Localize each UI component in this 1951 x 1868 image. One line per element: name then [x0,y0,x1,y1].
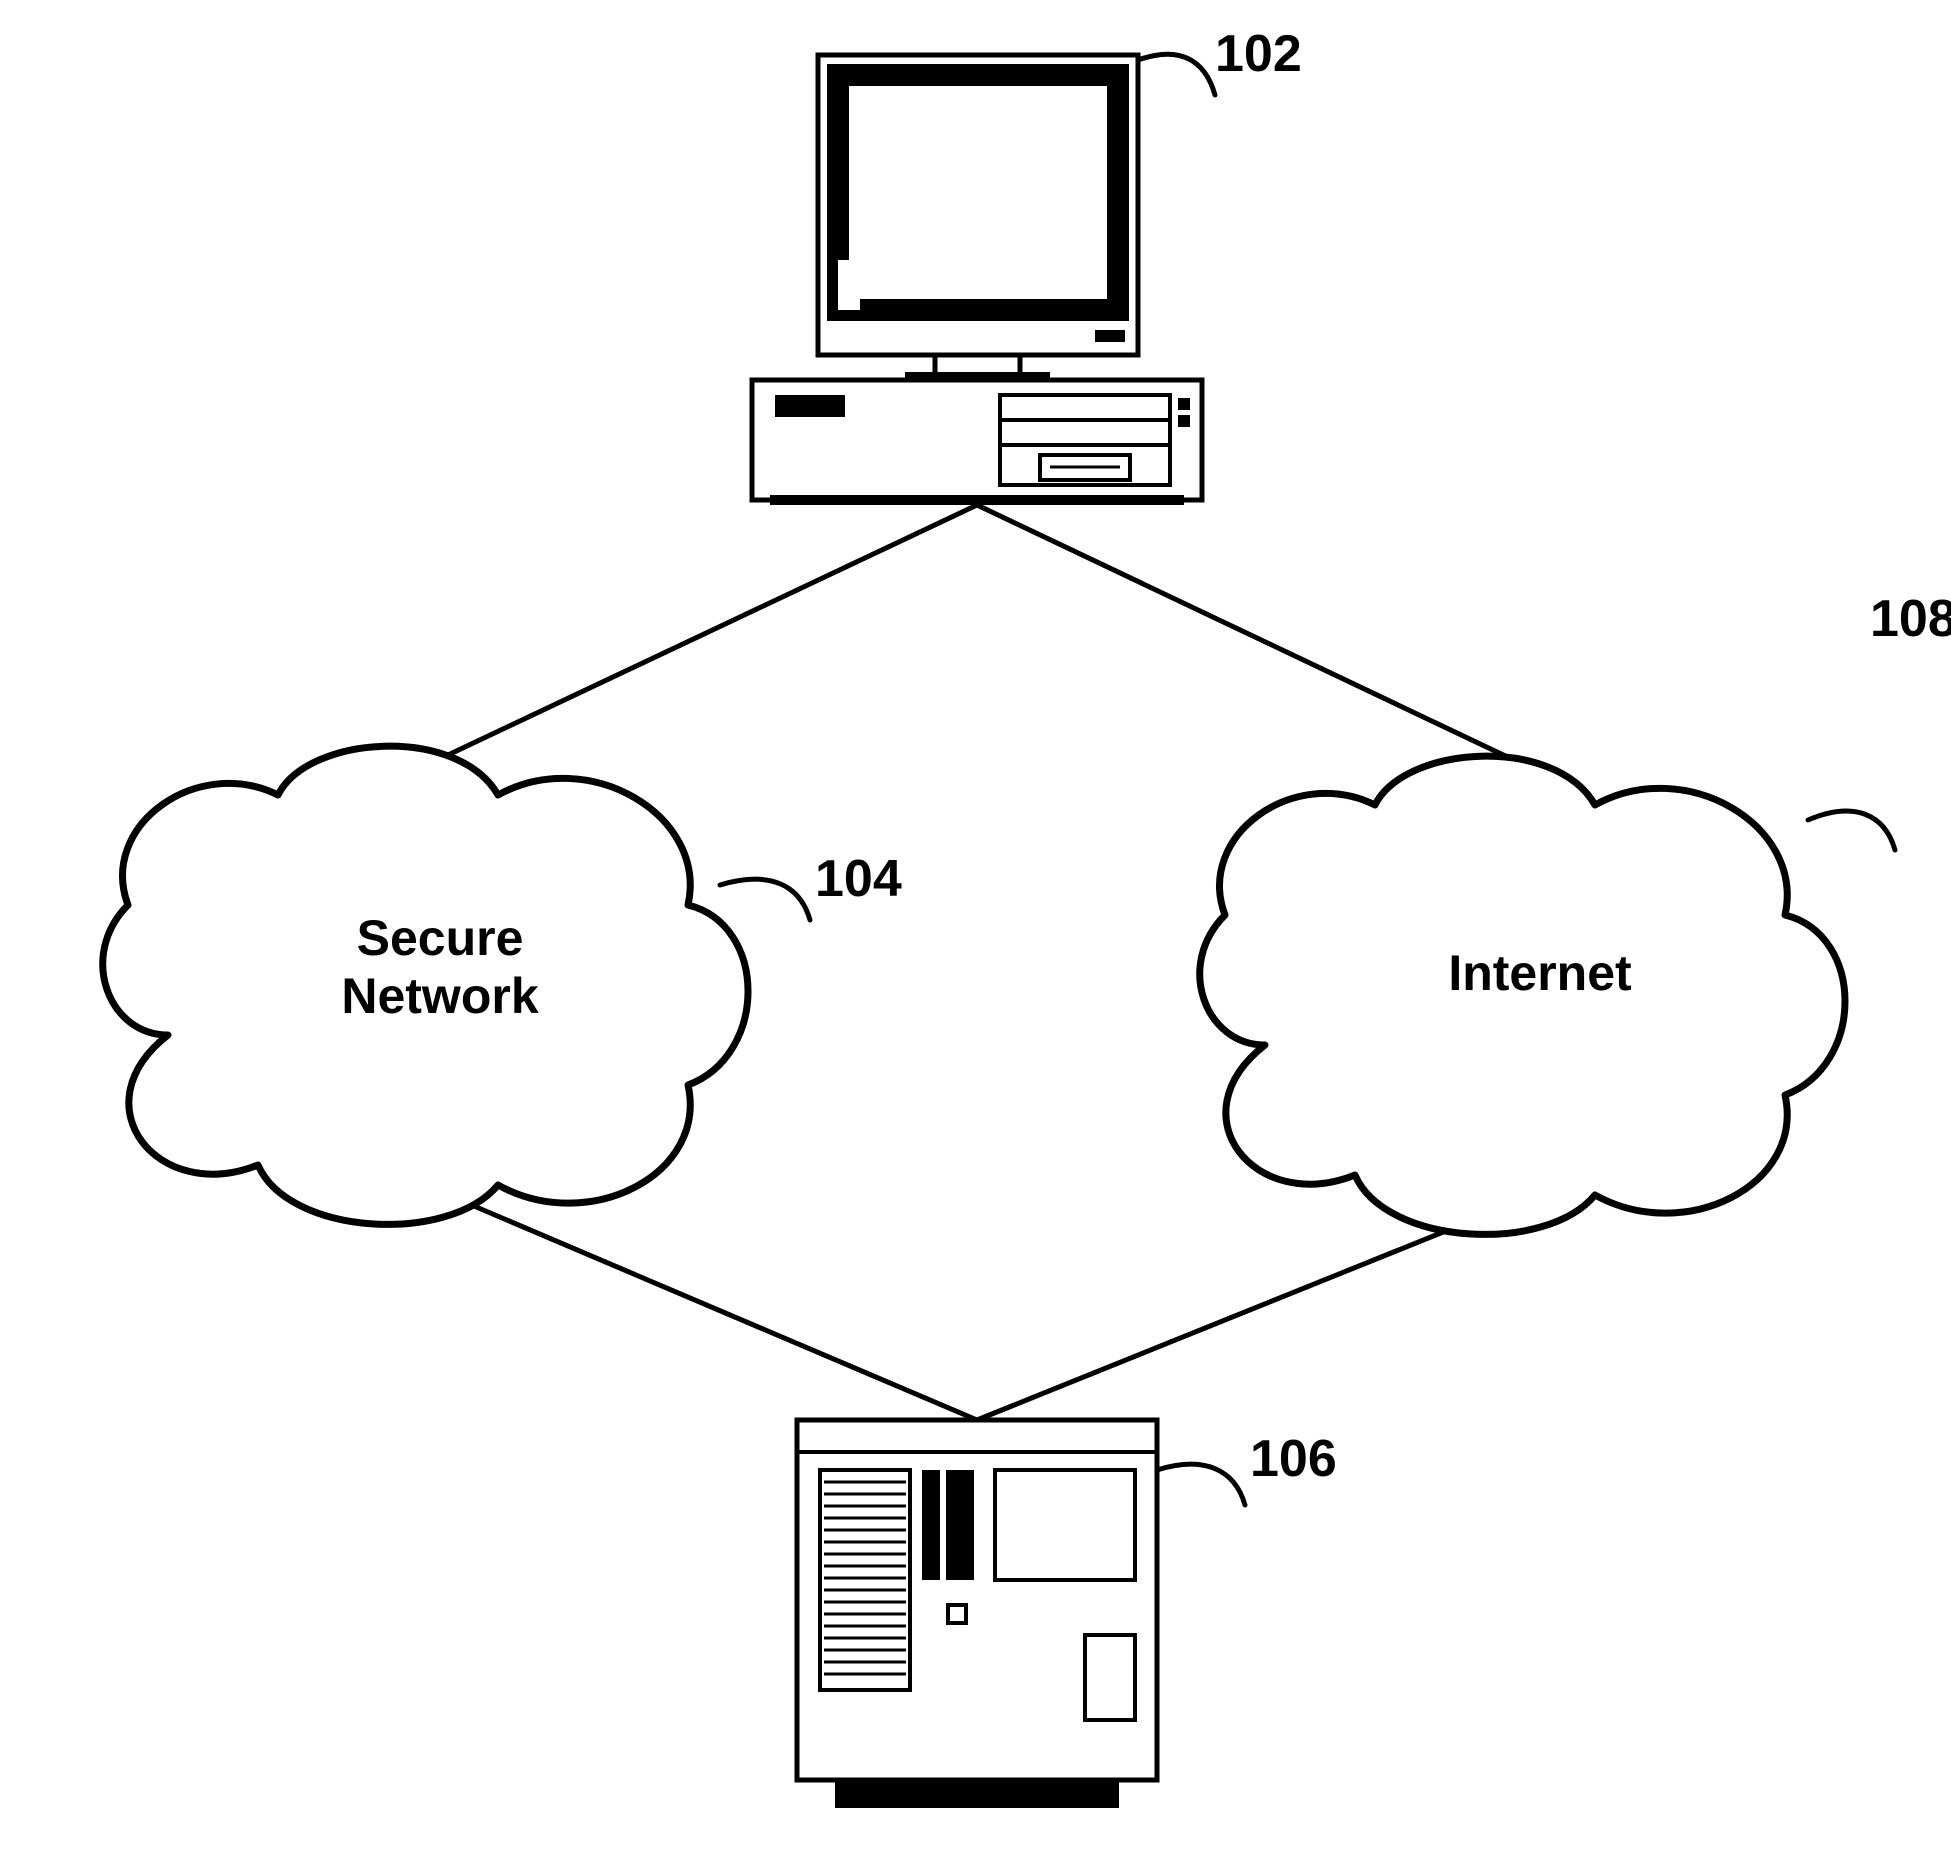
diagram-stage: 102 104 106 108 Secure Network Internet [0,0,1951,1868]
callout-leaders [0,0,1951,1868]
